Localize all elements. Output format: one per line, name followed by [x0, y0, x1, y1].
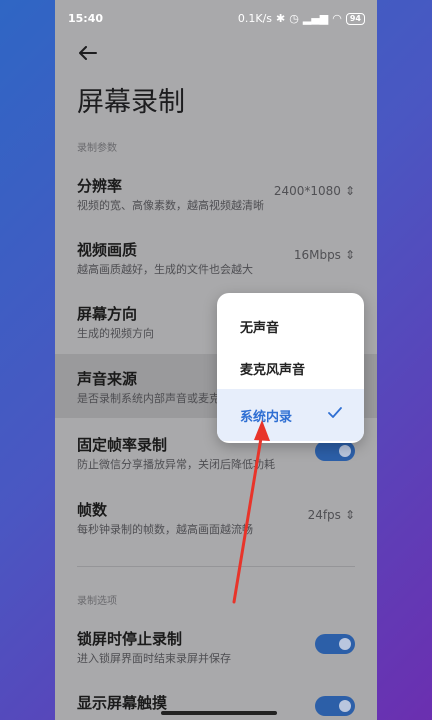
setting-desc: 视频的宽、高像素数，越高视频越清晰: [77, 199, 264, 212]
status-bar: 15:40 0.1K/s ✱ ◷ ▂▄▆ ◠ 94: [55, 0, 377, 38]
setting-lock-stop[interactable]: 锁屏时停止录制 进入锁屏界面时结束录屏并保存: [55, 620, 377, 672]
setting-value: 2400*1080 ⇕: [274, 184, 355, 198]
setting-name: 视频画质: [77, 241, 138, 259]
setting-name: 分辨率: [77, 177, 123, 195]
setting-name: 固定帧率录制: [77, 436, 168, 454]
section-header-params: 录制参数: [77, 143, 117, 154]
setting-desc: 越高画质越好，生成的文件也会越大: [77, 263, 253, 276]
wifi-icon: ◠: [332, 12, 342, 25]
setting-desc: 生成的视频方向: [77, 327, 154, 340]
status-right: 0.1K/s ✱ ◷ ▂▄▆ ◠ 94: [238, 12, 365, 25]
section-divider: [77, 566, 355, 567]
updown-chevron-icon: ⇕: [344, 508, 355, 522]
menu-item-no-sound[interactable]: 无声音: [217, 303, 364, 349]
value-text: 16Mbps: [293, 248, 341, 262]
net-speed: 0.1K/s: [237, 12, 273, 25]
battery-icon: 94: [345, 12, 365, 25]
setting-desc: 防止微信分享播放异常，关闭后降低功耗: [77, 458, 275, 471]
toggle-knob: [339, 445, 351, 457]
bluetooth-icon: ✱: [276, 12, 286, 25]
menu-item-system-audio[interactable]: 系统内录: [217, 389, 364, 441]
menu-item-label: 系统内录: [240, 409, 293, 425]
setting-name: 锁屏时停止录制: [77, 630, 183, 648]
back-button[interactable]: [75, 40, 101, 66]
toggle-knob: [339, 638, 351, 650]
value-text: 24fps: [307, 508, 341, 522]
alarm-icon: ◷: [289, 12, 299, 25]
show-touch-toggle[interactable]: [315, 696, 355, 716]
page-title: 屏幕录制: [77, 87, 185, 118]
setting-name: 声音来源: [77, 370, 138, 388]
audio-source-menu: 无声音 麦克风声音 系统内录: [217, 293, 364, 443]
fixed-fps-toggle[interactable]: [315, 441, 355, 461]
updown-chevron-icon: ⇕: [344, 184, 355, 198]
back-arrow-icon: [79, 46, 97, 60]
check-icon: [328, 407, 342, 418]
setting-name: 显示屏幕触摸: [77, 694, 168, 712]
home-indicator[interactable]: [161, 711, 277, 715]
setting-value: 16Mbps ⇕: [294, 248, 355, 262]
setting-desc: 每秒钟录制的帧数，越高画面越流畅: [77, 523, 253, 536]
setting-resolution[interactable]: 分辨率 视频的宽、高像素数，越高视频越清晰 2400*1080 ⇕: [55, 166, 377, 218]
section-header-options: 录制选项: [77, 596, 117, 607]
lock-stop-toggle[interactable]: [315, 634, 355, 654]
setting-fps[interactable]: 帧数 每秒钟录制的帧数，越高画面越流畅 24fps ⇕: [55, 490, 377, 542]
signal-icon: ▂▄▆: [302, 12, 329, 25]
menu-item-microphone[interactable]: 麦克风声音: [217, 345, 364, 391]
toggle-knob: [339, 700, 351, 712]
setting-quality[interactable]: 视频画质 越高画质越好，生成的文件也会越大 16Mbps ⇕: [55, 230, 377, 282]
setting-value: 24fps ⇕: [308, 508, 355, 522]
value-text: 2400*1080: [273, 184, 341, 198]
setting-desc: 进入锁屏界面时结束录屏并保存: [77, 652, 231, 665]
setting-name: 屏幕方向: [77, 305, 138, 323]
setting-name: 帧数: [77, 501, 108, 519]
status-time: 15:40: [68, 12, 104, 25]
updown-chevron-icon: ⇕: [344, 248, 355, 262]
